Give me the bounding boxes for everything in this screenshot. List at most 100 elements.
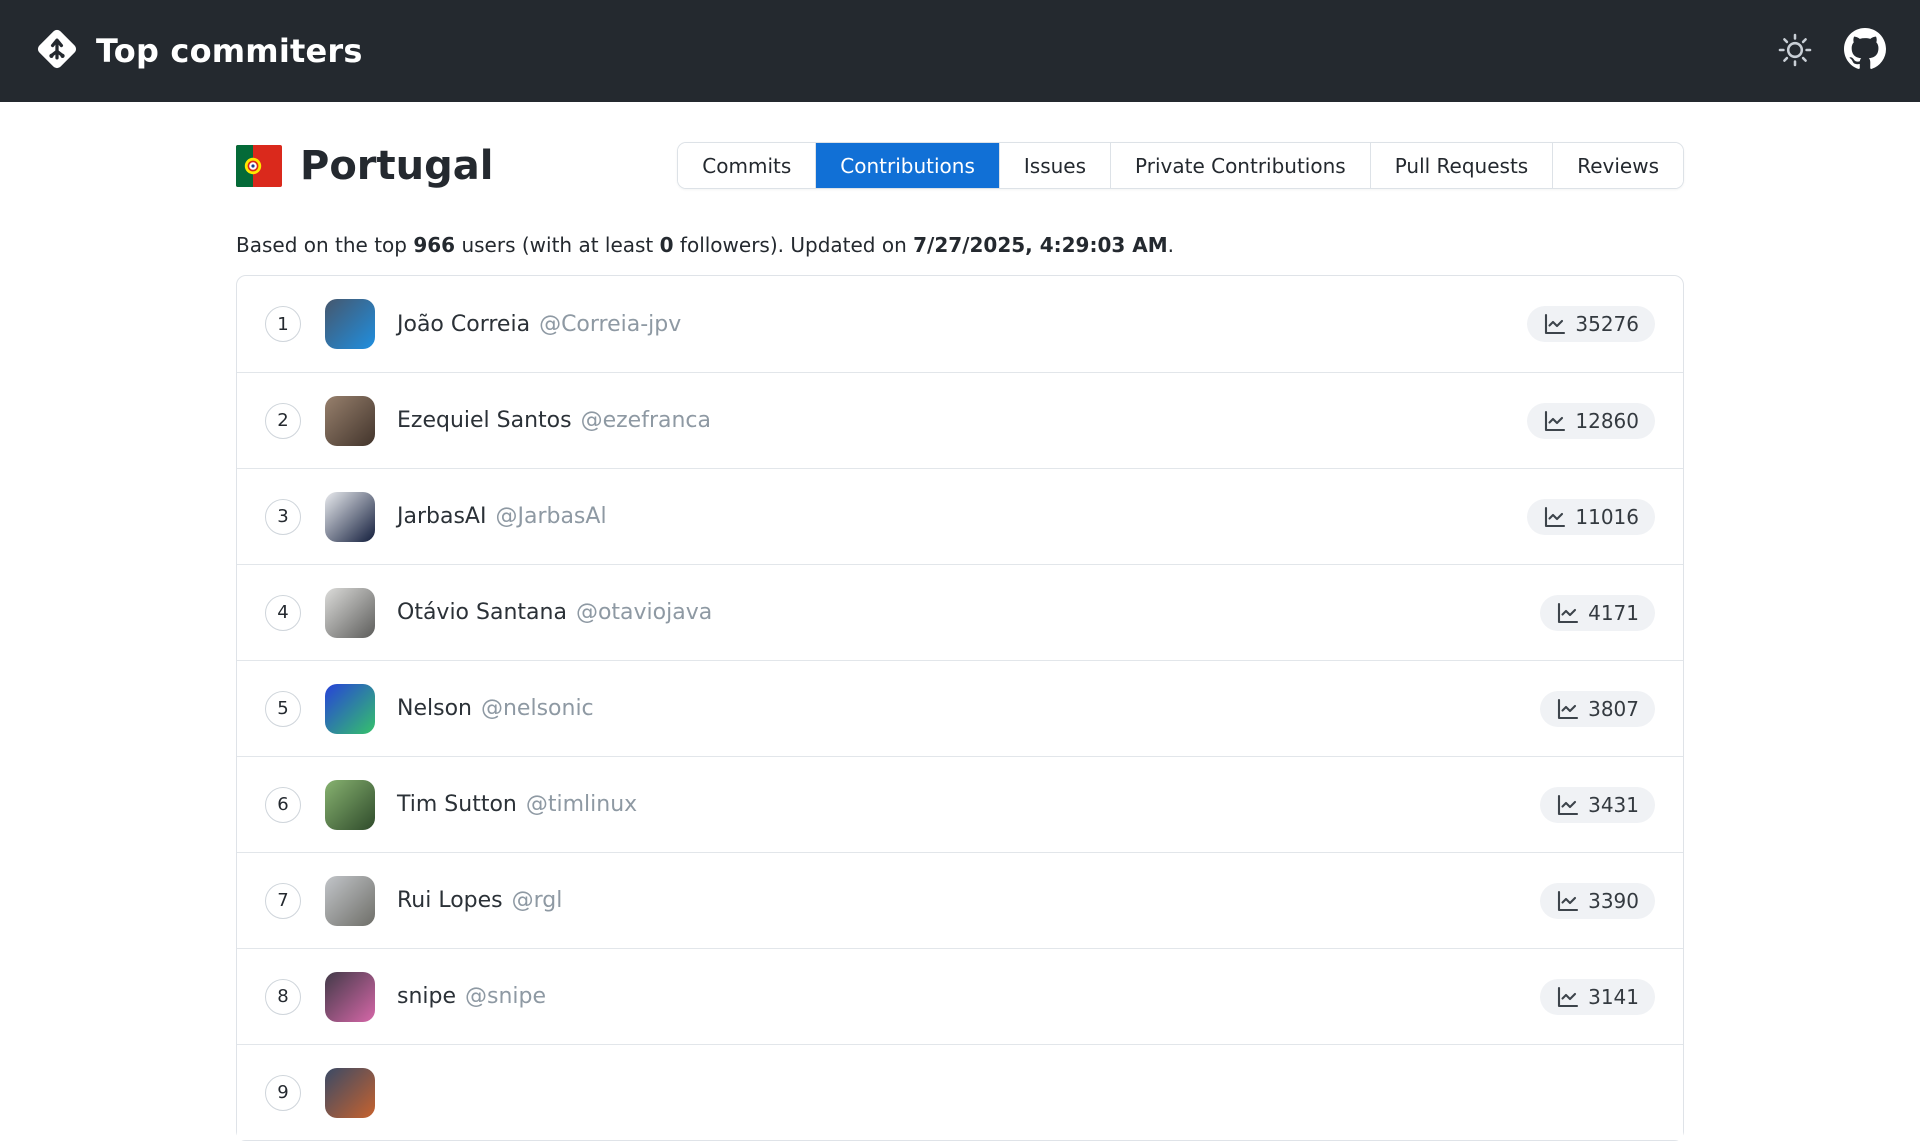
list-item: 6 Tim Sutton @timlinux 3431: [237, 756, 1683, 852]
rank-badge: 3: [265, 499, 301, 535]
line-chart-icon: [1556, 697, 1580, 721]
rank-badge: 8: [265, 979, 301, 1015]
line-chart-icon: [1543, 505, 1567, 529]
contribution-count-badge: 11016: [1527, 499, 1655, 535]
avatar: [325, 876, 375, 926]
line-chart-icon: [1543, 312, 1567, 336]
user-name: Tim Sutton: [397, 792, 517, 817]
tab-group: CommitsContributionsIssuesPrivate Contri…: [677, 142, 1684, 189]
user-handle-link[interactable]: @snipe: [465, 984, 546, 1009]
avatar: [325, 299, 375, 349]
portugal-flag-icon: [236, 145, 282, 187]
contribution-count-badge: 12860: [1527, 403, 1655, 439]
contribution-count-badge: 3141: [1540, 979, 1655, 1015]
user-name: snipe: [397, 984, 456, 1009]
user-name: Nelson: [397, 696, 472, 721]
rank-badge: 7: [265, 883, 301, 919]
leaderboard-list: 1 João Correia @Correia-jpv 35276 2 Ezeq…: [236, 275, 1684, 1141]
list-item: 9: [237, 1044, 1683, 1140]
user-identity: JarbasAI @JarbasAl: [397, 504, 607, 529]
line-chart-icon: [1556, 793, 1580, 817]
description: Based on the top 966 users (with at leas…: [236, 233, 1684, 257]
avatar: [325, 492, 375, 542]
user-handle-link[interactable]: @timlinux: [526, 792, 637, 817]
contribution-count: 35276: [1575, 312, 1639, 336]
user-identity: Rui Lopes @rgl: [397, 888, 562, 913]
contribution-count-badge: 3390: [1540, 883, 1655, 919]
page-title: Portugal: [300, 146, 493, 186]
contribution-count: 11016: [1575, 505, 1639, 529]
sun-icon: [1776, 31, 1814, 72]
list-item: 7 Rui Lopes @rgl 3390: [237, 852, 1683, 948]
contribution-count: 3807: [1588, 697, 1639, 721]
user-identity: Tim Sutton @timlinux: [397, 792, 637, 817]
tab-contributions[interactable]: Contributions: [816, 143, 1000, 188]
avatar: [325, 780, 375, 830]
rank-badge: 2: [265, 403, 301, 439]
brand-home-link[interactable]: Top commiters: [34, 26, 363, 76]
rank-badge: 6: [265, 787, 301, 823]
list-item: 3 JarbasAI @JarbasAl 11016: [237, 468, 1683, 564]
user-name: João Correia: [397, 312, 530, 337]
list-item: 8 snipe @snipe 3141: [237, 948, 1683, 1044]
user-handle-link[interactable]: @JarbasAl: [495, 504, 606, 529]
list-item: 2 Ezequiel Santos @ezefranca 12860: [237, 372, 1683, 468]
avatar: [325, 972, 375, 1022]
user-handle-link[interactable]: @otaviojava: [576, 600, 712, 625]
user-handle-link[interactable]: @rgl: [512, 888, 563, 913]
tab-private-contributions[interactable]: Private Contributions: [1111, 143, 1371, 188]
user-handle-link[interactable]: @ezefranca: [581, 408, 711, 433]
user-identity: Ezequiel Santos @ezefranca: [397, 408, 711, 433]
contribution-count: 4171: [1588, 601, 1639, 625]
avatar: [325, 1068, 375, 1118]
user-identity: João Correia @Correia-jpv: [397, 312, 681, 337]
tab-reviews[interactable]: Reviews: [1553, 143, 1683, 188]
user-name: JarbasAI: [397, 504, 486, 529]
theme-toggle-button[interactable]: [1776, 31, 1814, 72]
country-heading: Portugal: [236, 119, 493, 213]
user-handle-link[interactable]: @nelsonic: [481, 696, 594, 721]
tab-issues[interactable]: Issues: [1000, 143, 1111, 188]
app-header: Top commiters: [0, 0, 1920, 102]
avatar: [325, 396, 375, 446]
contribution-count-badge: 35276: [1527, 306, 1655, 342]
list-item: 1 João Correia @Correia-jpv 35276: [237, 276, 1683, 372]
contribution-count: 3431: [1588, 793, 1639, 817]
contribution-count: 3141: [1588, 985, 1639, 1009]
user-name: Rui Lopes: [397, 888, 503, 913]
list-item: 5 Nelson @nelsonic 3807: [237, 660, 1683, 756]
contribution-count-badge: 3807: [1540, 691, 1655, 727]
github-icon: [1844, 28, 1886, 74]
git-fork-arrow-icon: [34, 26, 80, 76]
tab-pull-requests[interactable]: Pull Requests: [1371, 143, 1554, 188]
line-chart-icon: [1556, 601, 1580, 625]
rank-badge: 5: [265, 691, 301, 727]
contribution-count: 12860: [1575, 409, 1639, 433]
user-name: Ezequiel Santos: [397, 408, 572, 433]
rank-badge: 1: [265, 306, 301, 342]
contribution-count-badge: 4171: [1540, 595, 1655, 631]
user-identity: snipe @snipe: [397, 984, 546, 1009]
avatar: [325, 684, 375, 734]
user-identity: Nelson @nelsonic: [397, 696, 594, 721]
user-handle-link[interactable]: @Correia-jpv: [539, 312, 681, 337]
github-link[interactable]: [1844, 28, 1886, 74]
contribution-count: 3390: [1588, 889, 1639, 913]
list-item: 4 Otávio Santana @otaviojava 4171: [237, 564, 1683, 660]
line-chart-icon: [1556, 889, 1580, 913]
user-count: 966: [413, 233, 455, 257]
tab-commits[interactable]: Commits: [678, 143, 816, 188]
updated-timestamp: 7/27/2025, 4:29:03 AM: [913, 233, 1168, 257]
contribution-count-badge: 3431: [1540, 787, 1655, 823]
avatar: [325, 588, 375, 638]
followers-count: 0: [660, 233, 674, 257]
country-row: Portugal CommitsContributionsIssuesPriva…: [236, 142, 1684, 189]
app-title: Top commiters: [96, 32, 363, 70]
main-content: Portugal CommitsContributionsIssuesPriva…: [236, 102, 1684, 1141]
line-chart-icon: [1543, 409, 1567, 433]
user-identity: Otávio Santana @otaviojava: [397, 600, 712, 625]
user-name: Otávio Santana: [397, 600, 567, 625]
header-actions: [1776, 28, 1886, 74]
rank-badge: 4: [265, 595, 301, 631]
line-chart-icon: [1556, 985, 1580, 1009]
